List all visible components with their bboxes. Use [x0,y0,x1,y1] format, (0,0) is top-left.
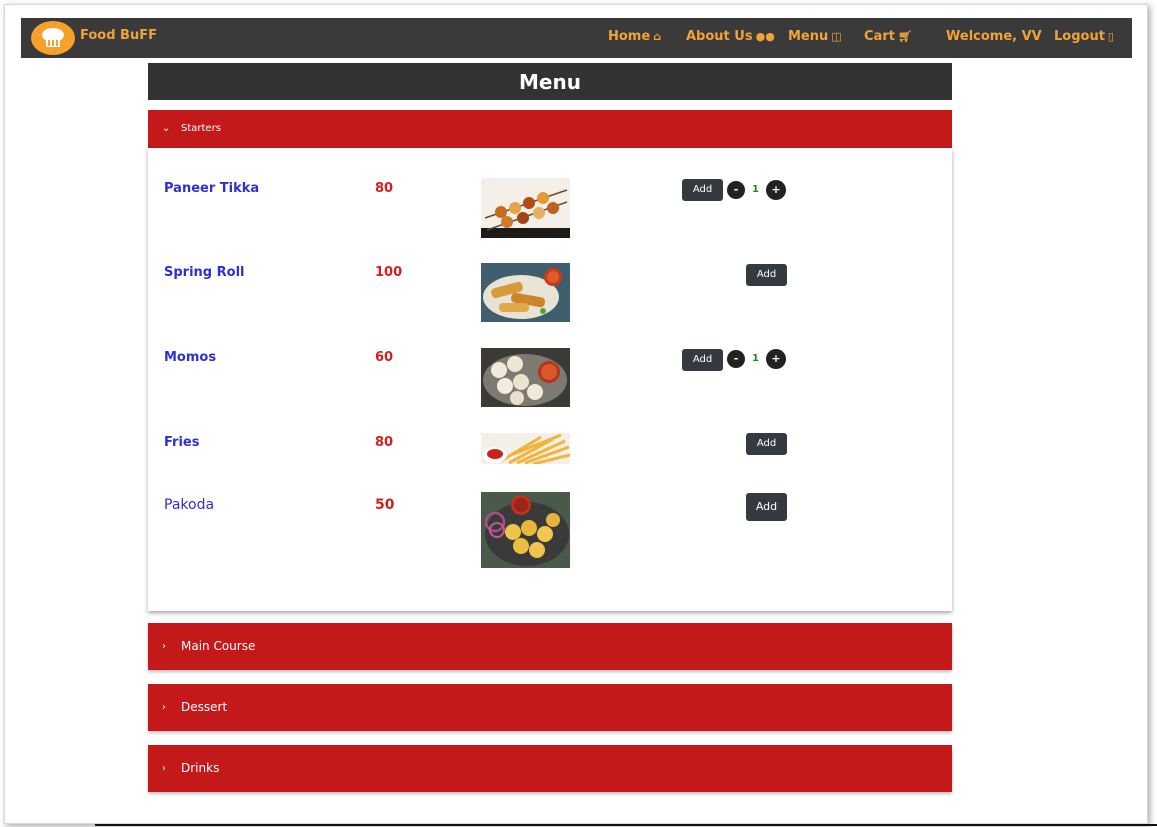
add-button[interactable]: Add [682,179,723,201]
welcome-text: Welcome, VV [946,29,1042,44]
accordion-drinks-label: Drinks [181,761,220,775]
item-name: Pakoda [164,497,215,513]
item-price: 80 [375,181,394,196]
accordion-main-course-label: Main Course [181,639,256,653]
navbar: Food BuFF Home ⌂ About Us ●● Menu ◫ Cart 🛒︎ … [21,18,1132,58]
momos-image [481,348,570,407]
bottom-divider [95,824,1157,826]
accordion-starters[interactable]: ⌄ Starters [148,110,952,148]
quantity-value: 1 [752,184,759,195]
add-button[interactable]: Add [746,493,787,521]
accordion-drinks[interactable]: › Drinks [148,745,952,792]
accordion-dessert-label: Dessert [181,700,228,714]
item-name: Paneer Tikka [164,181,260,196]
decrease-qty-button[interactable]: - [727,181,745,199]
pakoda-image [481,492,570,568]
item-price: 80 [375,435,394,450]
nav-home-label: Home [608,29,651,44]
chevron-down-icon: ⌄ [162,123,171,134]
accordion-starters-label: Starters [181,123,221,134]
nav-about-label: About Us [686,29,753,44]
item-price: 50 [375,497,395,513]
item-price: 60 [375,350,394,365]
nav-cart[interactable]: Cart 🛒︎ [864,29,912,44]
nav-home[interactable]: Home ⌂ [608,29,661,44]
item-name: Fries [164,435,200,450]
chevron-right-icon: › [162,641,166,652]
about-dots-icon: ●● [755,30,775,43]
chef-hat-logo-icon[interactable] [31,21,75,55]
home-icon: ⌂ [653,30,662,43]
increase-qty-button[interactable]: + [766,180,786,200]
cart-icon: 🛒︎ [897,30,912,43]
page-title: Menu [148,63,952,100]
fries-image [481,433,570,464]
item-name: Spring Roll [164,265,245,280]
paneer-tikka-image [481,178,570,238]
add-button[interactable]: Add [746,264,787,286]
nav-about[interactable]: About Us ●● [686,29,775,44]
increase-qty-button[interactable]: + [766,349,786,369]
brand-name[interactable]: Food BuFF [80,28,157,43]
chevron-right-icon: › [162,702,166,713]
chevron-right-icon: › [162,763,166,774]
accordion-dessert[interactable]: › Dessert [148,684,952,731]
nav-menu[interactable]: Menu ◫ [788,29,842,44]
nav-logout-label: Logout [1054,29,1105,44]
accordion-main-course[interactable]: › Main Course [148,623,952,670]
nav-menu-label: Menu [788,29,829,44]
add-button[interactable]: Add [746,433,787,455]
spring-roll-image [481,263,570,322]
nav-cart-label: Cart [864,29,895,44]
item-price: 100 [375,265,403,280]
item-name: Momos [164,350,217,365]
add-button[interactable]: Add [682,349,723,371]
nav-logout[interactable]: Logout ▯ [1054,29,1114,44]
decrease-qty-button[interactable]: - [727,350,745,368]
book-icon: ◫ [831,30,842,43]
quantity-value: 1 [752,353,759,364]
door-icon: ▯ [1107,30,1114,43]
